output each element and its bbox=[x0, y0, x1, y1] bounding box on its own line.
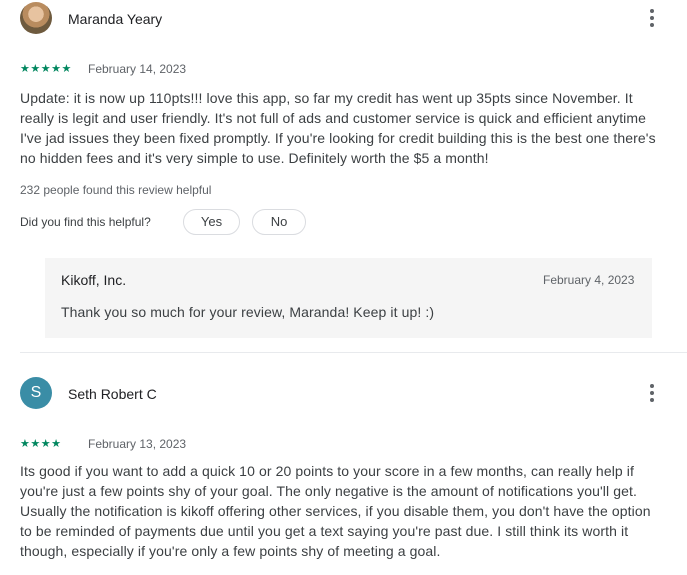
review-text: Update: it is now up 110pts!!! love this… bbox=[20, 88, 687, 168]
avatar: S bbox=[20, 377, 52, 409]
review-line: really is legit and user friendly. It's … bbox=[20, 110, 647, 126]
review-line: though, especially if you're only a few … bbox=[20, 543, 441, 559]
reviewer-name: Seth Robert C bbox=[68, 386, 157, 402]
review-line: to be reminded of payments due until you… bbox=[20, 523, 629, 539]
review-line: Its good if you want to add a quick 10 o… bbox=[20, 463, 634, 479]
reviewer-name: Maranda Yeary bbox=[68, 11, 163, 27]
star-rating: ★★★★★ bbox=[20, 63, 72, 75]
helpful-count: 232 people found this review helpful bbox=[20, 183, 212, 197]
more-options-icon[interactable] bbox=[640, 381, 664, 405]
reply-text: Thank you so much for your review, Maran… bbox=[61, 304, 435, 320]
developer-reply bbox=[45, 258, 652, 338]
review-text: Its good if you want to add a quick 10 o… bbox=[20, 461, 687, 561]
review-line: you're just a few points shy of your goa… bbox=[20, 483, 637, 499]
developer-name: Kikoff, Inc. bbox=[61, 272, 127, 288]
yes-button[interactable]: Yes bbox=[183, 209, 240, 235]
reply-date: February 4, 2023 bbox=[543, 273, 635, 287]
review-line: Usually the notification is kikoff offer… bbox=[20, 503, 651, 519]
review-date: February 14, 2023 bbox=[88, 62, 187, 76]
more-options-icon[interactable] bbox=[640, 6, 664, 30]
divider bbox=[20, 352, 687, 353]
star-rating: ★★★★ bbox=[20, 438, 62, 450]
helpful-question: Did you find this helpful? bbox=[20, 215, 151, 229]
avatar bbox=[20, 2, 52, 34]
review-line: I've jad issues they been fixed promptly… bbox=[20, 130, 656, 146]
review-date: February 13, 2023 bbox=[88, 437, 187, 451]
review-line: no hidden fees and it's very simple to u… bbox=[20, 150, 489, 166]
review-line: Update: it is now up 110pts!!! love this… bbox=[20, 90, 633, 106]
no-button[interactable]: No bbox=[252, 209, 306, 235]
